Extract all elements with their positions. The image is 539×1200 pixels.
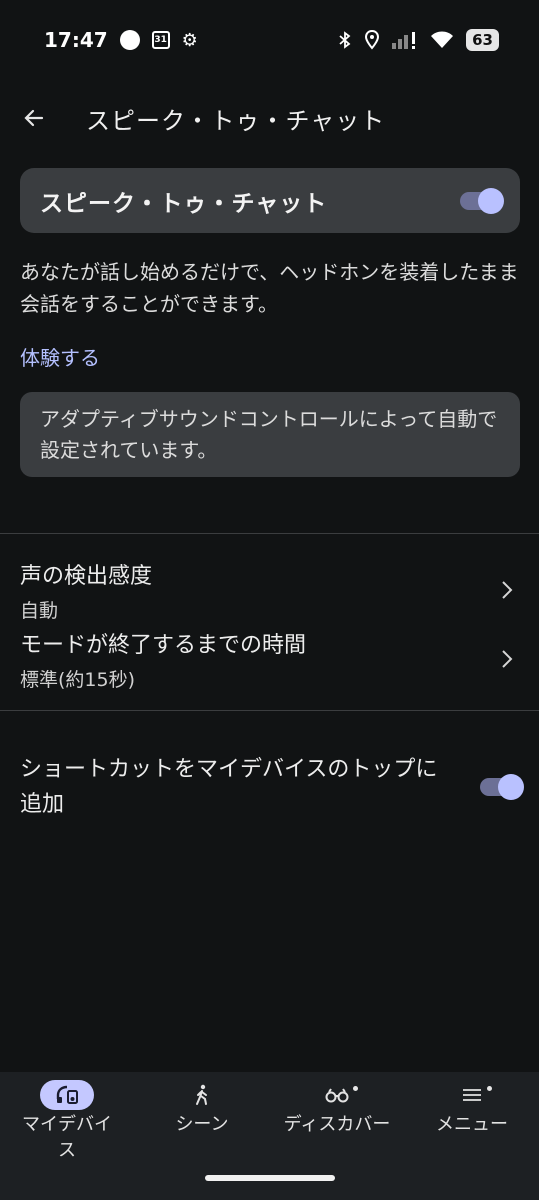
- notification-dot: [487, 1086, 492, 1091]
- headphones-device-icon: [56, 1085, 78, 1104]
- feature-description: あなたが話し始めるだけで、ヘッドホンを装着したまま会話をすることができます。: [20, 260, 519, 316]
- back-button[interactable]: [6, 90, 62, 146]
- nav-menu[interactable]: メニュー: [407, 1080, 537, 1138]
- notification-dot: [353, 1086, 358, 1091]
- speak-to-chat-switch[interactable]: [460, 187, 504, 214]
- gear-icon: ⚙: [181, 29, 198, 51]
- shortcut-switch[interactable]: [480, 774, 524, 800]
- arrow-left-icon: [24, 109, 44, 127]
- menu-lines-icon: [463, 1089, 481, 1101]
- chevron-right-icon: [495, 578, 519, 602]
- adaptive-sound-info-card: アダプティブサウンドコントロールによって自動で設定されています。: [20, 392, 520, 477]
- signal-icon: [392, 32, 416, 49]
- binoculars-icon: [325, 1088, 349, 1103]
- nav-pill: [175, 1080, 229, 1110]
- nav-discover[interactable]: ディスカバー: [272, 1080, 402, 1138]
- voice-sensitivity-title: 声の検出感度: [20, 563, 153, 589]
- battery-icon: 63: [466, 29, 499, 51]
- shortcut-label: ショートカットをマイデバイスのトップに追加: [20, 757, 438, 817]
- home-indicator[interactable]: [205, 1175, 335, 1181]
- mode-end-time-row[interactable]: モードが終了するまでの時間 標準(約15秒): [0, 625, 539, 693]
- speak-to-chat-label: スピーク・トゥ・チャット: [40, 190, 328, 217]
- speak-to-chat-toggle-card[interactable]: スピーク・トゥ・チャット: [20, 168, 520, 233]
- voice-sensitivity-row[interactable]: 声の検出感度 自動: [0, 556, 539, 624]
- bluetooth-icon: [339, 31, 351, 49]
- calendar-icon: 31: [151, 31, 170, 49]
- mode-end-time-value: 標準(約15秒): [20, 668, 136, 691]
- walking-person-icon: [196, 1084, 207, 1105]
- nav-active-pill: [40, 1080, 94, 1110]
- nav-pill: [445, 1080, 499, 1110]
- nav-my-device[interactable]: マイデバイス: [2, 1080, 132, 1164]
- page-title: スピーク・トゥ・チャット: [86, 106, 386, 135]
- wifi-icon: [431, 31, 454, 48]
- shortcut-row[interactable]: ショートカットをマイデバイスのトップに追加: [20, 752, 524, 822]
- nav-label: メニュー: [436, 1114, 508, 1135]
- status-time: 17:47: [44, 28, 108, 52]
- nav-scene[interactable]: シーン: [137, 1080, 267, 1138]
- nav-label: ディスカバー: [283, 1114, 391, 1135]
- chevron-right-icon: [495, 647, 519, 671]
- nav-pill: [310, 1080, 364, 1110]
- voice-sensitivity-value: 自動: [20, 599, 59, 622]
- nav-label: シーン: [175, 1114, 229, 1135]
- switch-knob: [498, 774, 524, 800]
- switch-knob: [478, 187, 504, 214]
- circle-notification-icon: [119, 30, 140, 50]
- screen: 17:47 31 ⚙ 63 スピーク・トゥ・チャット スピーク・トゥ・チャット …: [0, 0, 539, 1200]
- status-bar: 17:47 31 ⚙ 63: [0, 0, 539, 80]
- top-app-bar: スピーク・トゥ・チャット: [0, 90, 539, 146]
- try-link[interactable]: 体験する: [20, 342, 100, 371]
- divider: [0, 533, 539, 534]
- mode-end-time-title: モードが終了するまでの時間: [20, 632, 307, 658]
- divider: [0, 710, 539, 711]
- nav-label: マイデバイス: [22, 1114, 112, 1161]
- location-icon: [365, 30, 380, 50]
